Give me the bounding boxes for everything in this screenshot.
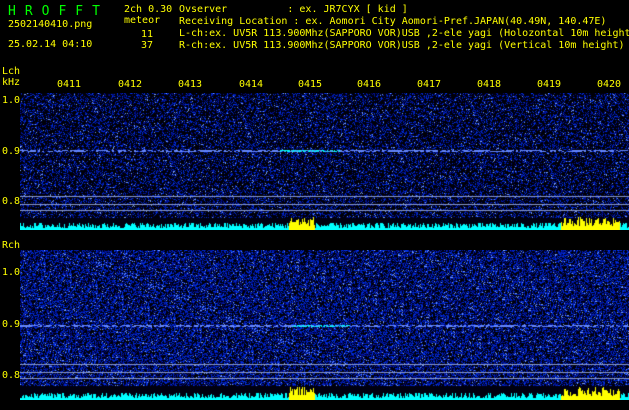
- khz-unit: kHz: [2, 77, 21, 88]
- location-info: Receiving Location : ex. Aomori City Aom…: [179, 16, 607, 27]
- rch-info: R-ch:ex. UV5R 113.900Mhz(SAPPORO VOR)USB…: [179, 40, 625, 51]
- observer-info: Ovserver : ex. JR7CYX [ kid ]: [179, 4, 408, 15]
- lch-spectrogram: [20, 93, 629, 230]
- rch-tick-0.9: 0.9: [2, 319, 21, 330]
- meteor-count-l: 11: [141, 29, 154, 40]
- time-label-0413: 0413: [178, 79, 203, 90]
- time-label-0418: 0418: [477, 79, 502, 90]
- meteor-label: meteor: [124, 15, 161, 26]
- meteor-count-r: 37: [141, 40, 154, 51]
- rch-label: Rch: [2, 240, 21, 251]
- time-label-0419: 0419: [537, 79, 562, 90]
- filename: 2502140410.png: [8, 19, 93, 30]
- time-label-0415: 0415: [298, 79, 323, 90]
- time-label-0412: 0412: [118, 79, 143, 90]
- datetime: 25.02.14 04:10: [8, 39, 93, 50]
- lch-info: L-ch:ex. UV5R 113.900Mhz(SAPPORO VOR)USB…: [179, 28, 629, 39]
- lch-label: Lch: [2, 66, 21, 77]
- version-label: 2ch 0.30: [124, 4, 173, 15]
- time-label-0414: 0414: [239, 79, 264, 90]
- time-label-0411: 0411: [57, 79, 82, 90]
- app-title: HROFFT: [8, 4, 109, 19]
- rch-spectrogram: [20, 250, 629, 400]
- time-label-0416: 0416: [357, 79, 382, 90]
- lch-tick-0.8: 0.8: [2, 196, 21, 207]
- lch-tick-0.9: 0.9: [2, 146, 21, 157]
- time-label-0420: 0420: [597, 79, 622, 90]
- rch-tick-1.0: 1.0: [2, 267, 21, 278]
- time-label-0417: 0417: [417, 79, 442, 90]
- rch-tick-0.8: 0.8: [2, 370, 21, 381]
- lch-tick-1.0: 1.0: [2, 95, 21, 106]
